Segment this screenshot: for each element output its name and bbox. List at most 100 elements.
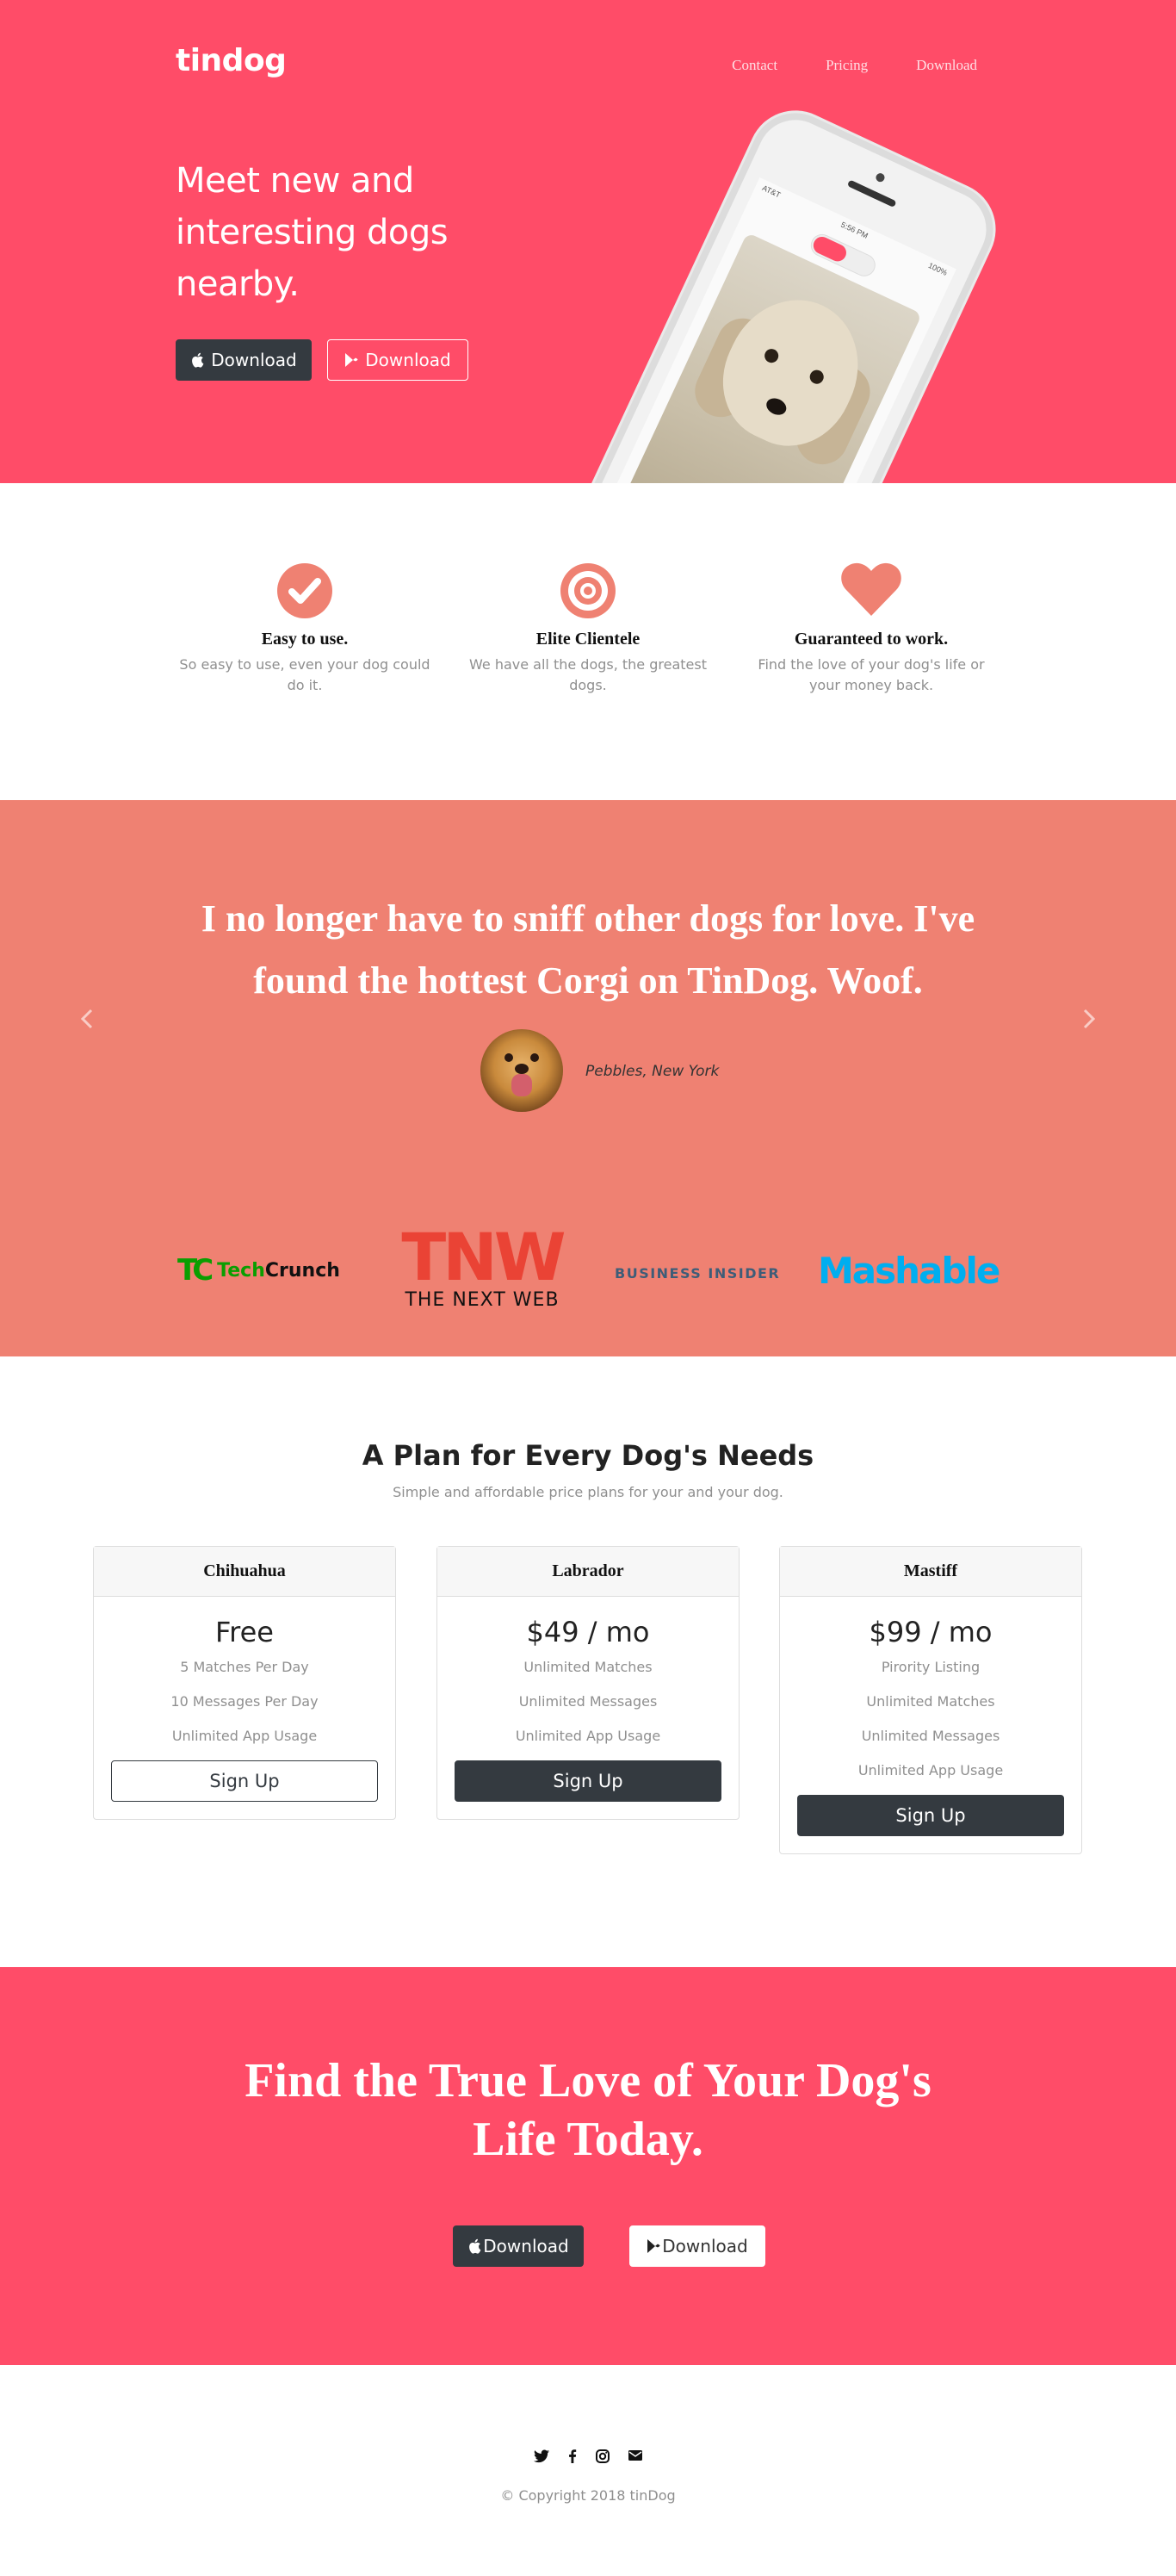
nav-link-contact[interactable]: Contact — [732, 57, 777, 74]
plan-price: $49 / mo — [526, 1616, 650, 1648]
plan-feature: 10 Messages Per Day — [170, 1693, 319, 1710]
feature-title: Easy to use. — [261, 630, 349, 649]
plan-feature: Unlimited App Usage — [171, 1728, 318, 1744]
pricing-card-chihuahua: Chihuahua Free 5 Matches Per Day 10 Mess… — [93, 1546, 396, 1820]
feature-guaranteed: Guaranteed to work. Find the love of you… — [740, 562, 1002, 696]
hero-title: Meet new and interesting dogs nearby. — [176, 161, 449, 304]
techcrunch-mark: TC — [177, 1253, 214, 1288]
chevron-left-icon — [80, 1009, 94, 1034]
chevron-right-icon — [1082, 1009, 1096, 1034]
techcrunch-tech: Tech — [217, 1259, 265, 1282]
feature-text: So easy to use, even your dog could do i… — [179, 656, 430, 693]
features-section: Easy to use. So easy to use, even your d… — [0, 483, 1176, 800]
phone-screen: AT&T 5:56 PM 100% — [585, 177, 956, 483]
bullseye-icon — [560, 562, 616, 619]
hero-download-play-label: Download — [365, 350, 451, 370]
cta-title: Find the True Love of Your Dog's Life To… — [244, 2054, 932, 2166]
carousel-prev-button[interactable] — [74, 1003, 100, 1038]
navbar: tindog Contact Pricing Download — [0, 0, 1176, 129]
carousel-next-button[interactable] — [1076, 1003, 1102, 1038]
plan-feature: Unlimited Messages — [861, 1728, 1000, 1744]
cta-download-apple-button[interactable]: Download — [453, 2225, 584, 2267]
testimonial-quote: I no longer have to sniff other dogs for… — [201, 897, 975, 1002]
plan-feature: Unlimited Matches — [866, 1693, 995, 1710]
twitter-icon[interactable] — [534, 2449, 549, 2463]
testimonial-author: Pebbles, New York — [585, 1063, 720, 1080]
plan-name: Labrador — [437, 1547, 739, 1597]
footer: © Copyright 2018 tinDog — [0, 2365, 1176, 2575]
plan-feature: Unlimited Messages — [518, 1693, 658, 1710]
nav-links: Contact Pricing Download — [684, 57, 977, 74]
hero-download-apple-label: Download — [211, 350, 297, 370]
feature-title: Guaranteed to work. — [794, 630, 949, 649]
tnw-mark: TNW — [401, 1219, 566, 1295]
feature-title: Elite Clientele — [535, 630, 641, 649]
cta-download-play-button[interactable]: Download — [629, 2225, 765, 2267]
phone-camera — [874, 171, 887, 183]
techcrunch-crunch: Crunch — [264, 1259, 340, 1282]
envelope-icon[interactable] — [628, 2449, 642, 2463]
feature-text: Find the love of your dog's life or your… — [758, 656, 985, 693]
avatar-eye-left — [504, 1053, 513, 1062]
plan-price: Free — [215, 1616, 274, 1648]
plan-feature: Unlimited App Usage — [857, 1762, 1004, 1778]
techcrunch-logo: TC TechCrunch — [177, 1253, 340, 1288]
hero-download-play-button[interactable]: Download — [327, 339, 468, 381]
apple-icon — [190, 352, 204, 368]
play-store-icon — [647, 2238, 660, 2254]
tnw-subtitle: THE NEXT WEB — [405, 1289, 560, 1311]
brand-logo[interactable]: tindog — [176, 43, 287, 78]
pricing-title: A Plan for Every Dog's Needs — [362, 1439, 814, 1472]
pricing-card-mastiff: Mastiff $99 / mo Pirority Listing Unlimi… — [779, 1546, 1082, 1854]
press-logos: TC TechCrunch TNW THE NEXT WEB BUSINESS … — [0, 1219, 1176, 1313]
phone-time: 5:56 PM — [839, 220, 870, 240]
phone-battery: 100% — [926, 260, 949, 277]
plan-feature: Unlimited App Usage — [515, 1728, 661, 1744]
testimonials-section: I no longer have to sniff other dogs for… — [0, 800, 1176, 1356]
cta-download-apple-label: Download — [483, 2236, 569, 2256]
feature-text: We have all the dogs, the greatest dogs. — [469, 656, 707, 693]
mashable-logo: Mashable — [818, 1250, 1000, 1292]
phone-speaker — [846, 179, 897, 208]
copyright: © Copyright 2018 tinDog — [500, 2487, 676, 2504]
nav-link-pricing[interactable]: Pricing — [826, 57, 868, 74]
social-icons — [0, 2449, 1176, 2463]
plan-price: $99 / mo — [869, 1616, 993, 1648]
dog-head — [702, 278, 882, 466]
play-store-icon — [344, 352, 358, 368]
check-circle-icon — [276, 562, 333, 619]
phone-toggle-knob — [810, 233, 850, 264]
feature-elite: Elite Clientele We have all the dogs, th… — [457, 562, 719, 696]
heart-icon — [841, 562, 901, 619]
instagram-icon[interactable] — [596, 2449, 610, 2463]
avatar-eye-right — [530, 1053, 539, 1062]
avatar-tongue — [511, 1074, 532, 1096]
plan-feature: Unlimited Matches — [523, 1659, 653, 1675]
hero-download-apple-button[interactable]: Download — [176, 339, 312, 381]
plan-feature: Pirority Listing — [881, 1659, 981, 1675]
phone-carrier: AT&T — [760, 183, 783, 200]
techcrunch-wordmark: TechCrunch — [217, 1260, 340, 1282]
hero-section: tindog Contact Pricing Download Meet new… — [0, 0, 1176, 483]
plan-name: Mastiff — [780, 1547, 1081, 1597]
plan-name: Chihuahua — [94, 1547, 395, 1597]
apple-icon — [467, 2238, 481, 2254]
business-insider-logo: BUSINESS INSIDER — [615, 1265, 781, 1282]
cta-download-play-label: Download — [662, 2236, 748, 2256]
feature-easy: Easy to use. So easy to use, even your d… — [174, 562, 436, 696]
pricing-section: A Plan for Every Dog's Needs Simple and … — [0, 1356, 1176, 1967]
nav-link-download[interactable]: Download — [916, 57, 977, 74]
phone-mockup: AT&T 5:56 PM 100% — [559, 98, 1008, 483]
signup-button-labrador[interactable]: Sign Up — [455, 1760, 721, 1802]
signup-button-mastiff[interactable]: Sign Up — [797, 1795, 1064, 1836]
signup-button-chihuahua[interactable]: Sign Up — [111, 1760, 378, 1802]
pricing-subtitle: Simple and affordable price plans for yo… — [393, 1484, 783, 1500]
cta-section: Find the True Love of Your Dog's Life To… — [0, 1967, 1176, 2365]
phone-dog-photo — [616, 232, 923, 483]
pricing-card-labrador: Labrador $49 / mo Unlimited Matches Unli… — [436, 1546, 740, 1820]
avatar-nose — [515, 1064, 529, 1074]
plan-feature: 5 Matches Per Day — [180, 1659, 309, 1675]
tnw-logo: TNW THE NEXT WEB — [393, 1219, 572, 1312]
facebook-icon[interactable] — [568, 2449, 577, 2463]
testimonial-avatar — [480, 1029, 563, 1112]
